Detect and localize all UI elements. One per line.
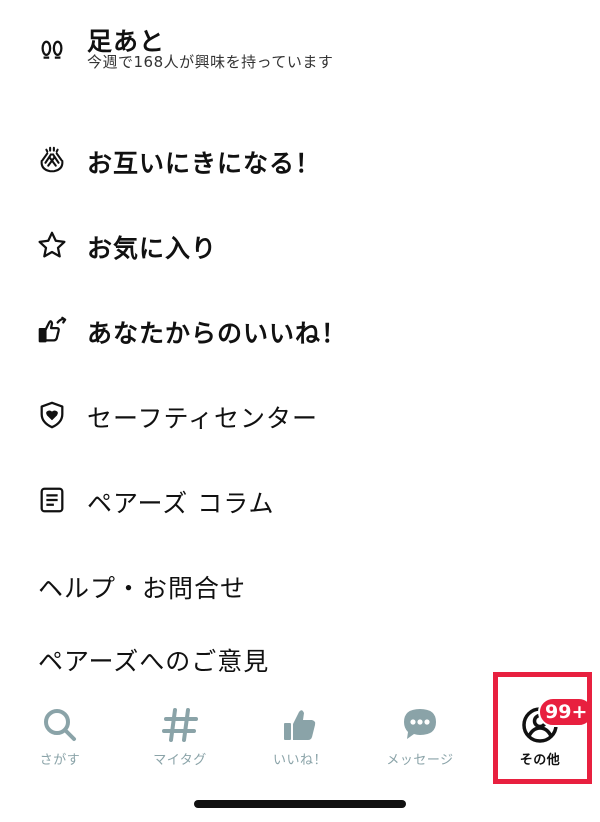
menu-item-column[interactable]: ペアーズ コラム (0, 475, 600, 525)
menu-label-column: ペアーズ コラム (87, 489, 275, 518)
tab-search[interactable]: さがす (0, 695, 120, 785)
menu-item-help[interactable]: ヘルプ・お問合せ (0, 560, 600, 610)
clapping-hands-icon (36, 144, 68, 176)
tab-label-search: さがす (39, 753, 81, 768)
home-indicator[interactable] (194, 800, 406, 808)
tab-label-messages: メッセージ (386, 753, 454, 768)
footprints-icon (36, 36, 68, 68)
star-icon (36, 229, 68, 261)
menu-label-feedback: ペアーズへのご意見 (38, 647, 270, 676)
menu-label-likes-from-you: あなたからのいいね！ (87, 319, 348, 348)
menu-label-help: ヘルプ・お問合せ (38, 574, 247, 603)
menu-label-favorites: お気に入り (87, 234, 218, 263)
menu-item-likes-from-you[interactable]: あなたからのいいね！ (0, 305, 600, 355)
menu-item-footprints[interactable]: 足あと 今週で168人が興味を持っています (0, 18, 600, 98)
document-icon (36, 484, 68, 516)
thumbs-up-arrow-icon (36, 314, 68, 346)
tab-label-mytag: マイタグ (153, 753, 207, 768)
menu-item-safety-center[interactable]: セーフティセンター (0, 390, 600, 440)
menu-label-mutual: お互いにきになる！ (87, 149, 322, 178)
menu-item-mutual[interactable]: お互いにきになる！ (0, 135, 600, 185)
menu-item-favorites[interactable]: お気に入り (0, 220, 600, 270)
tab-mytag[interactable]: マイタグ (120, 695, 240, 785)
chat-bubble-icon (404, 709, 436, 739)
tab-messages[interactable]: メッセージ (360, 695, 480, 785)
thumbs-up-icon (284, 710, 316, 740)
shield-heart-icon (36, 399, 68, 431)
search-icon (44, 709, 76, 741)
tab-likes[interactable]: いいね！ (240, 695, 360, 785)
footprints-subtext: 今週で168人が興味を持っています (87, 53, 334, 71)
menu-label-safety-center: セーフティセンター (87, 404, 319, 433)
highlight-box (493, 672, 592, 784)
tab-label-likes: いいね！ (272, 753, 327, 768)
hashtag-icon (162, 708, 198, 742)
